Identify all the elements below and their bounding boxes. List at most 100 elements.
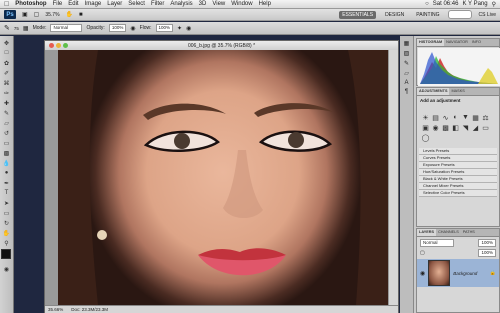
bridge-icon[interactable]: ▣ [22, 11, 28, 18]
screen-mode-icon[interactable]: ■ [79, 12, 83, 18]
zoom-tool-icon[interactable]: ⚲ [2, 239, 11, 247]
tab-layers[interactable]: LAYERS [417, 229, 437, 236]
flow-field[interactable]: 100% [155, 24, 174, 32]
menu-analysis[interactable]: Analysis [170, 1, 192, 7]
brush-tool-icon[interactable]: ✎ [4, 24, 10, 32]
apple-icon[interactable]:  [4, 1, 9, 8]
lock-icon[interactable]: ▢ [420, 250, 425, 256]
preset-channel-mixer[interactable]: Channel Mixer Presets [419, 183, 497, 190]
layer-row-background[interactable]: ◉ Background 🔒 [417, 259, 499, 287]
move-tool-icon[interactable]: ✥ [2, 39, 11, 47]
3d-rotate-tool-icon[interactable]: ↻ [2, 219, 11, 227]
zoom-level-dropdown[interactable]: 35.7% [45, 12, 59, 18]
airbrush-icon[interactable]: ✦ [177, 25, 182, 32]
photo-filter-icon[interactable]: ◉ [431, 123, 440, 132]
layer-fill-field[interactable]: 100% [478, 249, 496, 257]
selective-color-icon[interactable]: ◯ [421, 133, 430, 142]
menu-edit[interactable]: Edit [68, 1, 78, 7]
lasso-tool-icon[interactable]: ✿ [2, 59, 11, 67]
type-tool-icon[interactable]: T [2, 189, 11, 197]
brightness-contrast-icon[interactable]: ☀ [421, 113, 430, 122]
stamp-tool-icon[interactable]: ▱ [2, 119, 11, 127]
healing-tool-icon[interactable]: ✚ [2, 99, 11, 107]
blend-mode-dropdown[interactable]: Normal [420, 239, 454, 247]
menu-filter[interactable]: Filter [151, 1, 164, 7]
preset-levels[interactable]: Levels Presets [419, 148, 497, 155]
pen-tool-icon[interactable]: ✒ [2, 179, 11, 187]
vertical-scrollbar[interactable] [388, 50, 398, 305]
tab-info[interactable]: INFO [470, 39, 483, 46]
app-menu[interactable]: Photoshop [15, 1, 46, 7]
menu-select[interactable]: Select [128, 1, 145, 7]
visibility-eye-icon[interactable]: ◉ [420, 270, 425, 277]
path-select-tool-icon[interactable]: ➤ [2, 199, 11, 207]
cs-live-button[interactable]: CS Live [478, 12, 496, 18]
swatches-icon[interactable]: ▦ [404, 40, 410, 47]
menubar-clock[interactable]: Sat 06:46 [433, 1, 459, 8]
quick-mask-icon[interactable]: ◉ [2, 265, 11, 273]
channel-mixer-icon[interactable]: ▩ [441, 123, 450, 132]
menubar-user[interactable]: K Y Pang [462, 1, 487, 8]
tab-navigator[interactable]: NAVIGATOR [444, 39, 470, 46]
gradient-map-icon[interactable]: ▭ [481, 123, 490, 132]
mode-dropdown[interactable]: Normal [50, 24, 83, 32]
photo-canvas[interactable] [58, 50, 388, 305]
status-zoom[interactable]: 35.66% [48, 307, 63, 312]
search-input[interactable] [448, 10, 473, 19]
preset-exposure[interactable]: Exposure Presets [419, 162, 497, 169]
layer-opacity-field[interactable]: 100% [478, 239, 496, 247]
eyedropper-tool-icon[interactable]: ✑ [2, 89, 11, 97]
tab-adjustments[interactable]: ADJUSTMENTS [417, 88, 450, 95]
menu-image[interactable]: Image [85, 1, 102, 7]
history-brush-tool-icon[interactable]: ↺ [2, 129, 11, 137]
spotlight-icon[interactable]: ⚲ [492, 1, 496, 8]
invert-icon[interactable]: ◧ [451, 123, 460, 132]
threshold-icon[interactable]: ◢ [471, 123, 480, 132]
menu-help[interactable]: Help [259, 1, 271, 7]
exposure-icon[interactable]: ◐ [451, 113, 460, 122]
tab-histogram[interactable]: HISTOGRAM [417, 39, 445, 46]
character-icon[interactable]: A [404, 80, 408, 86]
color-swatches[interactable] [0, 249, 14, 263]
shape-tool-icon[interactable]: ▭ [2, 209, 11, 217]
workspace-painting[interactable]: PAINTING [413, 11, 442, 19]
tab-masks[interactable]: MASKS [449, 88, 466, 95]
pressure-opacity-icon[interactable]: ◉ [130, 25, 135, 32]
preset-selective-color[interactable]: Selective Color Presets [419, 190, 497, 197]
preset-hue-saturation[interactable]: Hue/Saturation Presets [419, 169, 497, 176]
dodge-tool-icon[interactable]: ● [2, 169, 11, 177]
preset-black-white[interactable]: Black & White Presets [419, 176, 497, 183]
blur-tool-icon[interactable]: 💧 [2, 159, 11, 167]
preset-curves[interactable]: Curves Presets [419, 155, 497, 162]
levels-icon[interactable]: ▤ [431, 113, 440, 122]
workspace-essentials[interactable]: ESSENTIALS [339, 10, 377, 19]
marquee-tool-icon[interactable]: □ [2, 49, 11, 57]
tab-channels[interactable]: CHANNELS [436, 229, 461, 236]
tab-paths[interactable]: PATHS [461, 229, 477, 236]
menu-3d[interactable]: 3D [199, 1, 207, 7]
paragraph-icon[interactable]: ¶ [405, 89, 408, 95]
close-window-icon[interactable] [49, 43, 54, 48]
brushes-icon[interactable]: ✎ [404, 60, 409, 67]
menu-window[interactable]: Window [231, 1, 252, 7]
minimize-window-icon[interactable] [56, 43, 61, 48]
clone-source-icon[interactable]: ▱ [404, 70, 409, 77]
layer-name[interactable]: Background [453, 271, 477, 276]
color-balance-icon[interactable]: ⚖ [481, 113, 490, 122]
wifi-icon[interactable]: ○ [425, 1, 429, 8]
status-doc-size[interactable]: Doc: 23.3M/23.3M [71, 307, 108, 312]
quick-select-tool-icon[interactable]: ✐ [2, 69, 11, 77]
hand-icon[interactable]: ✋ [66, 11, 73, 18]
hue-saturation-icon[interactable]: ▦ [471, 113, 480, 122]
curves-icon[interactable]: ∿ [441, 113, 450, 122]
foreground-color-swatch[interactable] [0, 249, 11, 259]
vibrance-icon[interactable]: ▼ [461, 113, 470, 122]
menu-file[interactable]: File [53, 1, 63, 7]
brush-tool-icon[interactable]: ✎ [2, 109, 11, 117]
menu-view[interactable]: View [212, 1, 225, 7]
workspace-design[interactable]: DESIGN [382, 11, 407, 19]
opacity-field[interactable]: 100% [108, 24, 127, 32]
styles-icon[interactable]: ▨ [404, 50, 410, 57]
hand-tool-icon[interactable]: ✋ [2, 229, 11, 237]
minibridge-icon[interactable]: ▢ [34, 11, 40, 18]
